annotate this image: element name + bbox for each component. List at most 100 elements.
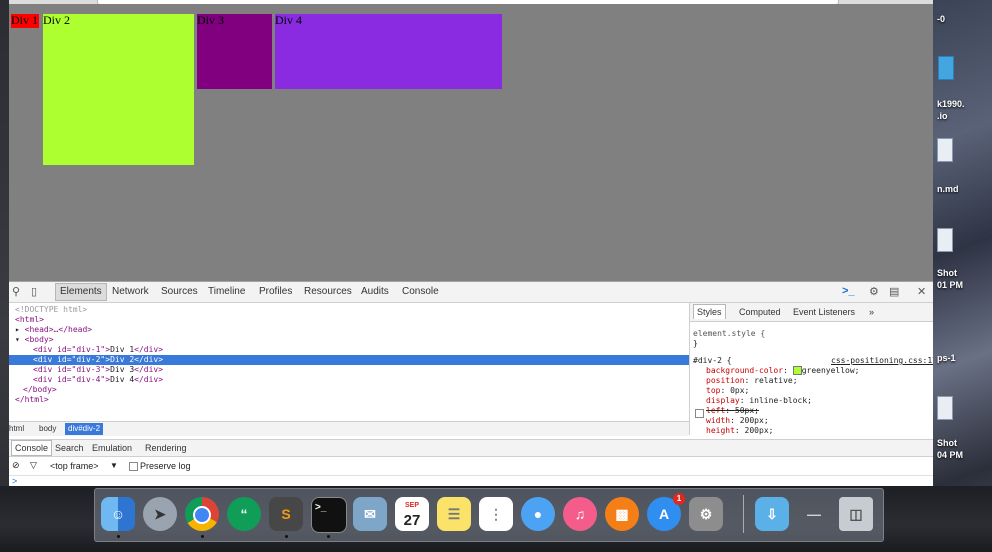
prompt-chevron-icon: > [12, 476, 18, 486]
device-mode-icon[interactable]: ▯ [31, 285, 37, 298]
dom-node-selected[interactable]: <div id="div-2">Div 2</div> [9, 355, 713, 365]
clear-console-icon[interactable]: ⊘ [12, 460, 20, 471]
desktop-label[interactable]: 01 PM [937, 280, 963, 290]
tab-resources[interactable]: Resources [300, 284, 356, 300]
hangouts-icon[interactable]: “ [227, 497, 261, 531]
sublime-text-icon[interactable]: S [269, 497, 303, 531]
breadcrumb-div-2[interactable]: div#div-2 [65, 423, 104, 435]
drawer-tab-emulation[interactable]: Emulation [89, 441, 135, 455]
desktop-label[interactable]: k1990. [937, 99, 965, 109]
desktop-file-icon[interactable] [937, 228, 953, 252]
dom-node[interactable]: <div id="div-1">Div 1</div> [33, 345, 713, 355]
desktop-label[interactable]: n.md [937, 184, 959, 194]
mail-icon[interactable]: ✉ [353, 497, 387, 531]
tab-audits[interactable]: Audits [357, 284, 393, 300]
desktop-label[interactable]: Shot [937, 268, 957, 278]
css-property[interactable]: top: 0px; [706, 386, 749, 396]
notes-icon[interactable]: ☰ [437, 497, 471, 531]
console-prompt[interactable]: > [9, 476, 933, 486]
css-property[interactable]: position: relative; [706, 376, 798, 386]
frame-select[interactable]: <top frame> [50, 461, 99, 471]
desktop-label[interactable]: ps-1 [937, 353, 956, 363]
css-property[interactable]: height: 200px; [706, 426, 773, 436]
close-icon[interactable]: ✕ [917, 285, 926, 298]
calendar-month: SEP [404, 502, 419, 509]
chrome-icon[interactable] [185, 497, 219, 531]
filter-icon[interactable]: ▽ [30, 460, 37, 471]
launchpad-icon[interactable]: ➤ [143, 497, 177, 531]
tab-console[interactable]: Console [398, 284, 443, 300]
system-preferences-icon[interactable]: ⚙ [689, 497, 723, 531]
downloads-folder-icon[interactable]: ⇩ [755, 497, 789, 531]
breadcrumb-html[interactable]: html [9, 424, 24, 434]
dom-node[interactable]: <div id="div-4">Div 4</div> [33, 375, 713, 385]
drawer-tab-console[interactable]: Console [11, 440, 53, 456]
tab-event-listeners[interactable]: Event Listeners [790, 305, 858, 319]
div-1[interactable]: Div 1 [11, 13, 39, 28]
reminders-icon[interactable]: ⋮ [479, 497, 513, 531]
tab-network[interactable]: Network [108, 284, 153, 300]
dom-node[interactable]: ▾ <body> [15, 335, 695, 345]
desktop-label[interactable]: .io [937, 111, 948, 121]
styles-sidebar: Styles Computed Event Listeners » elemen… [689, 303, 933, 435]
trash-icon[interactable]: ◫ [839, 497, 873, 531]
dock-side-icon[interactable]: ▤ [889, 285, 899, 298]
terminal-icon[interactable]: >_ [311, 497, 347, 533]
preserve-log-checkbox[interactable] [129, 462, 138, 471]
desktop-file-icon[interactable] [938, 56, 954, 80]
drawer-tab-search[interactable]: Search [52, 441, 87, 455]
calendar-day: 27 [403, 512, 421, 529]
dock-separator [743, 495, 744, 533]
expand-triangle-icon[interactable]: ▸ [15, 325, 20, 334]
preserve-log-label[interactable]: Preserve log [140, 461, 191, 471]
running-indicator [327, 535, 330, 538]
css-property-disabled[interactable]: left: 50px; [706, 406, 759, 416]
tab-profiles[interactable]: Profiles [255, 284, 296, 300]
rule-source-link[interactable]: css-positioning.css:17 [831, 356, 933, 366]
dom-node[interactable]: <html> [15, 315, 695, 325]
drawer-tabs: Console Search Emulation Rendering [9, 439, 933, 457]
dom-node[interactable]: </html> [15, 395, 695, 405]
desktop-background-left [0, 0, 9, 552]
itunes-icon[interactable]: ♫ [563, 497, 597, 531]
collapse-triangle-icon[interactable]: ▾ [15, 335, 20, 344]
div-3[interactable]: Div 3 [197, 13, 272, 89]
chevron-down-icon[interactable]: ▼ [110, 461, 118, 470]
gear-icon[interactable]: ⚙ [869, 285, 879, 298]
more-tabs-icon[interactable]: » [866, 305, 877, 319]
calendar-icon[interactable]: SEP 27 [395, 497, 429, 531]
tab-styles[interactable]: Styles [693, 304, 726, 319]
desktop-label[interactable]: Shot [937, 438, 957, 448]
finder-icon[interactable]: ☺ [101, 497, 135, 531]
inspect-icon[interactable]: ⚲ [12, 285, 20, 298]
running-indicator [285, 535, 288, 538]
tab-sources[interactable]: Sources [157, 284, 202, 300]
css-property[interactable]: width: 200px; [706, 416, 769, 426]
chrome-download-icon[interactable]: — [797, 497, 831, 531]
tab-elements[interactable]: Elements [55, 283, 107, 301]
drawer-console-icon[interactable]: >_ [842, 285, 855, 297]
property-checkbox[interactable] [695, 409, 704, 418]
dom-node[interactable]: </body> [23, 385, 703, 395]
tab-timeline[interactable]: Timeline [204, 284, 249, 300]
css-property[interactable]: background-color: greenyellow; [706, 366, 860, 376]
breadcrumb-body[interactable]: body [39, 424, 56, 434]
tab-computed[interactable]: Computed [736, 305, 784, 319]
color-swatch[interactable] [792, 366, 802, 375]
styles-tabs: Styles Computed Event Listeners » [690, 303, 933, 322]
div-4[interactable]: Div 4 [275, 13, 502, 89]
dom-node[interactable]: ▸ <head>…</head> [15, 325, 695, 335]
app-store-icon[interactable]: A 1 [647, 493, 685, 531]
drawer-tab-rendering[interactable]: Rendering [142, 441, 190, 455]
devtools-toolbar: ⚲ ▯ Elements Network Sources Timeline Pr… [9, 282, 933, 303]
ibooks-icon[interactable]: ▩ [605, 497, 639, 531]
desktop-file-icon[interactable] [937, 396, 953, 420]
running-indicator [117, 535, 120, 538]
css-property[interactable]: display: inline-block; [706, 396, 812, 406]
div-2[interactable]: Div 2 [43, 13, 194, 165]
desktop-file-icon[interactable] [937, 138, 953, 162]
desktop-label[interactable]: 04 PM [937, 450, 963, 460]
dom-node[interactable]: <!DOCTYPE html> [15, 305, 695, 315]
dom-node[interactable]: <div id="div-3">Div 3</div> [33, 365, 713, 375]
messages-icon[interactable]: ● [521, 497, 555, 531]
